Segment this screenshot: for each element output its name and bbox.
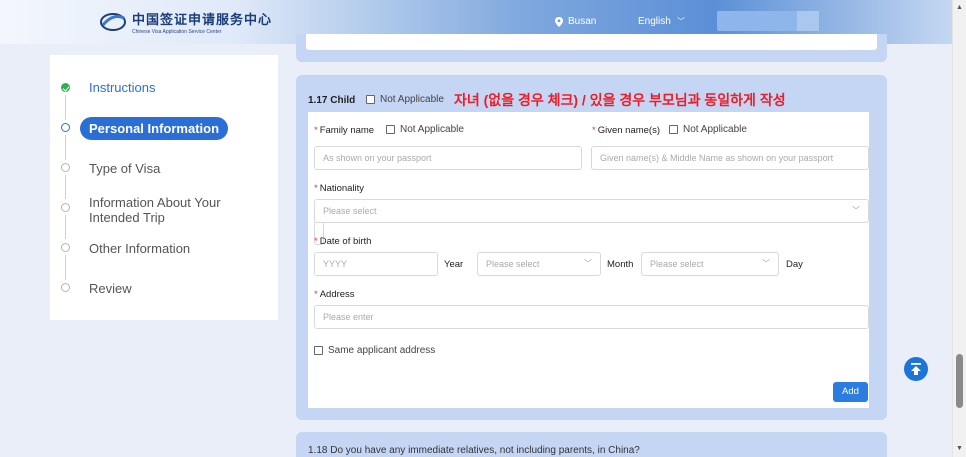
step-circle-icon <box>61 283 70 292</box>
chevron-down-icon: ﹀ <box>584 259 592 268</box>
step-label-active: Personal Information <box>80 117 229 140</box>
scrollbar-thumb[interactable] <box>956 354 963 408</box>
step-label: Other Information <box>89 241 191 256</box>
step-label: Instructions <box>89 80 156 95</box>
birth-day-select[interactable]: Please select ﹀ <box>641 252 779 276</box>
birth-year-input[interactable]: YYYY <box>314 252 438 276</box>
family-name-not-applicable-checkbox[interactable]: Not Applicable <box>386 124 464 135</box>
logo-swoosh-icon <box>100 13 126 31</box>
step-circle-icon <box>61 203 70 212</box>
step-connector <box>65 95 66 120</box>
address-label: * Address <box>314 289 355 300</box>
birth-month-select[interactable]: Please select ﹀ <box>477 252 601 276</box>
family-name-label: * Family name <box>314 125 375 136</box>
scroll-down-arrow-icon[interactable]: ▼ <box>956 445 963 452</box>
logo-chinese-text: 中国签证申请服务中心 <box>132 13 273 28</box>
given-name-input[interactable]: Given name(s) & Middle Name as shown on … <box>591 146 869 170</box>
korean-annotation: 자녀 (없을 경우 체크) / 있을 경우 부모님과 동일하게 작성 <box>454 92 786 108</box>
add-child-button[interactable]: Add <box>833 382 868 402</box>
checkbox-icon <box>366 95 375 104</box>
location-selector[interactable]: Busan <box>555 16 596 27</box>
step-label: Information About Your Intended Trip <box>89 195 221 225</box>
site-logo[interactable]: 中国签证申请服务中心 Chinese Visa Application Serv… <box>100 9 272 35</box>
page-scrollbar[interactable]: ▲ ▼ <box>952 0 966 457</box>
step-connector <box>65 215 66 239</box>
nationality-select[interactable]: Please select ﹀ <box>314 199 869 223</box>
chevron-down-icon: ﹀ <box>852 206 860 215</box>
progress-sidebar: Instructions Personal Information Type o… <box>50 55 278 320</box>
child-section-card: 1.17 Child Not Applicable 자녀 (없을 경우 체크) … <box>296 75 887 420</box>
logo-english-text: Chinese Visa Application Service Center <box>132 29 222 35</box>
checkbox-icon <box>314 346 323 355</box>
scroll-up-arrow-icon[interactable]: ▲ <box>956 4 963 11</box>
given-name-not-applicable-checkbox[interactable]: Not Applicable <box>669 124 747 135</box>
nationality-label: * Nationality <box>314 183 365 194</box>
location-pin-icon <box>555 16 563 27</box>
language-selector[interactable]: English ﹀ <box>638 16 685 27</box>
checkbox-icon <box>386 125 395 134</box>
chevron-down-icon: ﹀ <box>676 17 685 26</box>
family-name-input[interactable]: As shown on your passport <box>314 146 582 170</box>
step-circle-icon <box>61 163 70 172</box>
user-account-redacted[interactable] <box>717 11 819 31</box>
relatives-section-card: 1.18 Do you have any immediate relatives… <box>296 432 887 457</box>
step-circle-icon <box>61 123 70 132</box>
back-to-top-button[interactable] <box>904 357 928 381</box>
check-circle-icon <box>61 83 70 92</box>
same-address-checkbox[interactable]: Same applicant address <box>314 345 435 356</box>
given-name-label: * Given name(s) <box>592 125 661 136</box>
chevron-down-icon: ﹀ <box>762 259 770 268</box>
checkbox-icon <box>669 125 678 134</box>
step-label: Review <box>89 281 132 296</box>
arrow-up-to-top-icon <box>911 363 921 375</box>
month-unit-label: Month <box>607 259 634 270</box>
step-circle-icon <box>61 243 70 252</box>
previous-section-card <box>296 34 887 62</box>
step-connector <box>65 255 66 280</box>
year-unit-label: Year <box>444 259 464 270</box>
section-title: 1.17 Child <box>308 95 356 106</box>
day-unit-label: Day <box>786 259 803 270</box>
language-label: English <box>638 16 671 27</box>
step-label: Type of Visa <box>89 161 161 176</box>
child-not-applicable-checkbox[interactable]: Not Applicable <box>366 94 444 105</box>
date-of-birth-label: * Date of birth <box>314 236 372 247</box>
section-title: 1.18 Do you have any immediate relatives… <box>308 445 640 456</box>
step-connector <box>65 175 66 199</box>
step-connector <box>65 135 66 160</box>
address-input[interactable]: Please enter <box>314 305 869 329</box>
location-label: Busan <box>568 16 597 27</box>
